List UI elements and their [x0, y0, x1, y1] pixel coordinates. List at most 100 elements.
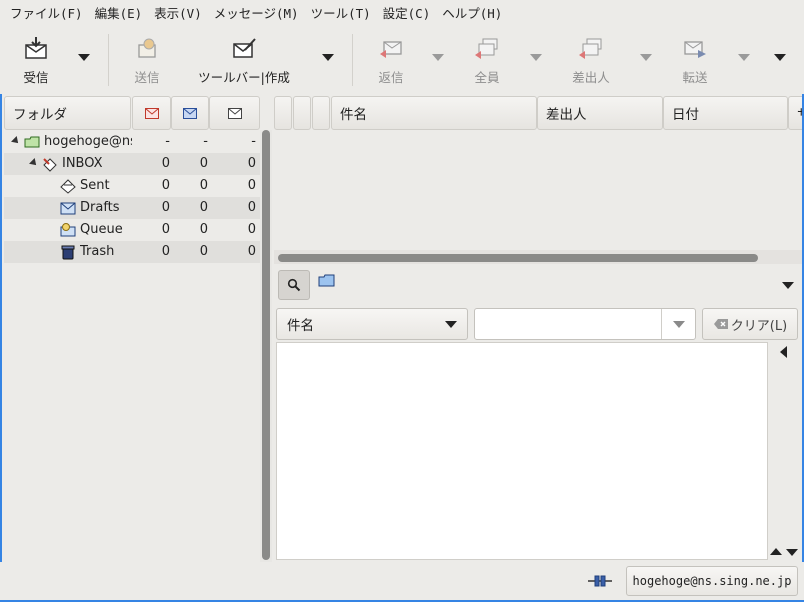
- chevron-down-icon: [445, 321, 457, 328]
- reply-icon: [378, 36, 404, 62]
- reply-sender-icon: [578, 36, 604, 62]
- account-label: hogehoge@ns.sing.ne.jp: [632, 574, 792, 588]
- toolbar-separator: [352, 34, 353, 86]
- compose-button[interactable]: ツールバー|作成: [194, 28, 294, 92]
- search-field-value: 件名: [287, 318, 314, 334]
- search-history-arrow[interactable]: [673, 321, 685, 328]
- reply-all-menu-arrow[interactable]: [530, 54, 542, 61]
- folder-unread-count: 0: [199, 156, 208, 171]
- menu-view[interactable]: 表示(V): [148, 0, 208, 28]
- unread-column-header[interactable]: [293, 96, 311, 130]
- forward-menu-arrow[interactable]: [738, 54, 750, 61]
- send-mail-icon: [134, 36, 160, 62]
- expand-left-arrow[interactable]: [780, 346, 787, 358]
- unread-count-column-header[interactable]: [171, 96, 209, 130]
- menu-tools[interactable]: ツール(T): [305, 0, 377, 28]
- folder-icon: [318, 274, 335, 287]
- mailbox-icon: [24, 136, 40, 148]
- folder-unread-count: -: [203, 134, 208, 149]
- search-input[interactable]: [475, 309, 661, 339]
- from-column-header[interactable]: 差出人: [537, 96, 663, 130]
- folder-unread-count: 0: [199, 244, 208, 259]
- folder-row-account[interactable]: hogehoge@ns - - -: [4, 131, 260, 153]
- subject-column-header[interactable]: 件名: [331, 96, 537, 130]
- reply-button[interactable]: 返信: [370, 28, 412, 92]
- folder-new-count: 0: [161, 178, 170, 193]
- total-count-column-header[interactable]: [209, 96, 260, 130]
- menu-message[interactable]: メッセージ(M): [208, 0, 305, 28]
- folder-pane: フォルダ hogehoge@ns - - - INBOX 0 0 0 Sent …: [4, 96, 260, 562]
- search-input-box[interactable]: [474, 308, 696, 340]
- message-view-side: [770, 342, 800, 560]
- forward-button[interactable]: 転送: [674, 28, 716, 92]
- folder-name: INBOX: [62, 156, 103, 171]
- message-list-hscroll[interactable]: [278, 254, 758, 262]
- folder-total-count: 0: [247, 200, 256, 215]
- send-button[interactable]: 送信: [124, 28, 170, 92]
- account-selector-button[interactable]: hogehoge@ns.sing.ne.jp: [626, 566, 798, 596]
- search-toggle-button[interactable]: [278, 270, 310, 300]
- drafts-icon: [60, 202, 76, 215]
- compose-menu-arrow[interactable]: [322, 54, 334, 61]
- folder-row-trash[interactable]: Trash 0 0 0: [4, 241, 260, 263]
- queue-icon: [60, 223, 76, 237]
- forward-label: 転送: [682, 70, 708, 85]
- reply-sender-menu-arrow[interactable]: [640, 54, 652, 61]
- folder-scrollbar[interactable]: [262, 130, 270, 560]
- attachment-column-header[interactable]: [312, 96, 330, 130]
- receive-button[interactable]: 受信: [14, 28, 58, 92]
- receive-menu-arrow[interactable]: [78, 54, 90, 61]
- folder-row-inbox[interactable]: INBOX 0 0 0: [4, 153, 260, 175]
- reply-sender-label: 差出人: [572, 70, 610, 85]
- folder-row-sent[interactable]: Sent 0 0 0: [4, 175, 260, 197]
- menu-settings[interactable]: 設定(C): [377, 0, 437, 28]
- message-list: 件名 差出人 日付 サ: [274, 96, 802, 256]
- toolbar: 受信 送信 ツールバー|作成 返信 全員 差出人 転送: [0, 28, 804, 94]
- search-icon: [287, 278, 301, 292]
- folder-unread-count: 0: [199, 200, 208, 215]
- folder-row-queue[interactable]: Queue 0 0 0: [4, 219, 260, 241]
- reply-all-icon: [474, 36, 500, 62]
- send-label: 送信: [134, 70, 160, 85]
- message-view[interactable]: [276, 342, 768, 560]
- scroll-up-arrow[interactable]: [770, 548, 782, 555]
- folder-column-header[interactable]: フォルダ: [4, 96, 131, 130]
- folder-new-count: 0: [161, 222, 170, 237]
- folder-new-count: 0: [161, 156, 170, 171]
- reply-menu-arrow[interactable]: [432, 54, 444, 61]
- toolbar-separator: [108, 34, 109, 86]
- new-count-column-header[interactable]: [132, 96, 171, 130]
- mark-column-header[interactable]: [274, 96, 292, 130]
- search-options-arrow[interactable]: [782, 282, 794, 289]
- mail-icon: [227, 107, 242, 119]
- folder-total-count: 0: [247, 156, 256, 171]
- sent-icon: [60, 179, 76, 194]
- clear-button[interactable]: クリア(L): [702, 308, 798, 340]
- search-input-divider: [661, 309, 662, 339]
- collapse-arrow-icon[interactable]: [29, 158, 39, 168]
- date-column-header[interactable]: 日付: [663, 96, 788, 130]
- toolbar-overflow-arrow[interactable]: [774, 54, 786, 61]
- search-field-select[interactable]: 件名: [276, 308, 468, 340]
- size-column-header[interactable]: サ: [788, 96, 802, 130]
- menu-file[interactable]: ファイル(F): [4, 0, 89, 28]
- menu-help[interactable]: ヘルプ(H): [436, 0, 508, 28]
- folder-name: Queue: [80, 222, 123, 237]
- menu-edit[interactable]: 編集(E): [89, 0, 149, 28]
- inbox-icon: [43, 158, 57, 172]
- reply-all-label: 全員: [474, 70, 500, 85]
- unread-mail-icon: [183, 107, 197, 119]
- reply-sender-button[interactable]: 差出人: [566, 28, 616, 92]
- new-mail-icon: [144, 107, 159, 119]
- online-status-icon[interactable]: [588, 574, 612, 588]
- folder-name: Trash: [80, 244, 115, 259]
- scroll-down-arrow[interactable]: [786, 549, 798, 556]
- folder-unread-count: 0: [199, 222, 208, 237]
- reply-all-button[interactable]: 全員: [466, 28, 508, 92]
- collapse-arrow-icon[interactable]: [11, 136, 21, 146]
- folder-row-drafts[interactable]: Drafts 0 0 0: [4, 197, 260, 219]
- clear-label: クリア(L): [730, 318, 788, 334]
- folder-total-count: 0: [247, 178, 256, 193]
- folder-total-count: -: [251, 134, 256, 149]
- compose-label: ツールバー|作成: [198, 70, 290, 85]
